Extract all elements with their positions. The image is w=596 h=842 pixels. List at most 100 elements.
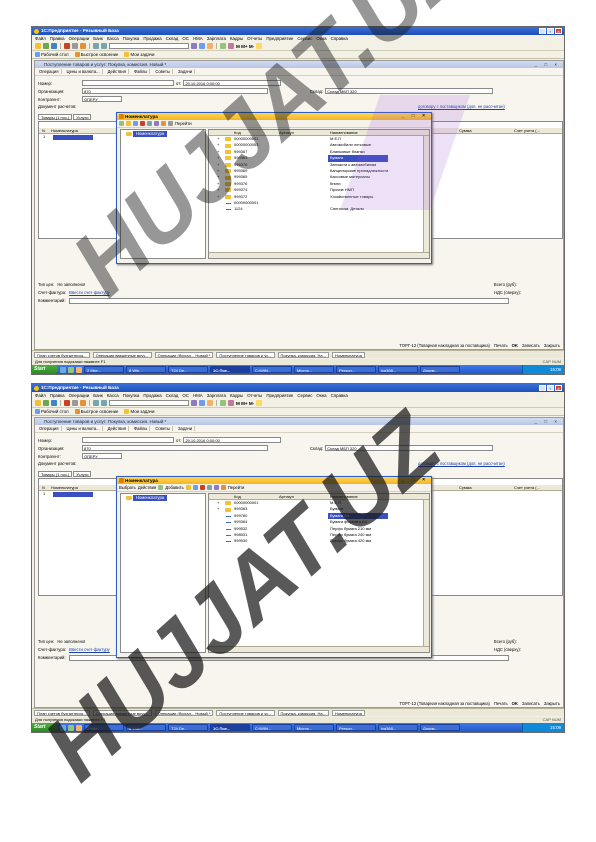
calendar-icon[interactable]	[207, 400, 213, 406]
document-toolbar-button[interactable]: Операция	[37, 426, 62, 431]
taskbar-task[interactable]: Докум...	[420, 366, 460, 373]
warehouse-field[interactable]: Склад МБП 320	[325, 445, 494, 451]
list-horizontal-scrollbar[interactable]	[209, 252, 429, 258]
menu-item[interactable]: Правка	[50, 35, 65, 42]
menu-item[interactable]: ОС	[182, 35, 189, 42]
start-button[interactable]: Start	[32, 365, 58, 374]
menu-item[interactable]: Банк	[93, 35, 103, 42]
document-toolbar-button[interactable]: Цены и валюта...	[65, 69, 103, 74]
category-tree[interactable]: Номенклатура	[120, 129, 206, 259]
warehouse-field[interactable]: Склад МБП 320	[325, 88, 494, 94]
taskbar-task[interactable]: 8 Win...	[126, 366, 166, 373]
copy-item-icon[interactable]	[133, 121, 138, 126]
sort-icon[interactable]	[161, 121, 166, 126]
hierarchy-icon[interactable]	[206, 485, 212, 490]
menu-item[interactable]: Банк	[93, 392, 103, 399]
menu-item[interactable]: Кадры	[230, 35, 243, 42]
cut-icon[interactable]	[64, 400, 70, 406]
menu-item[interactable]: Отчеты	[247, 392, 262, 399]
document-toolbar-button[interactable]: Советы	[153, 426, 173, 431]
window-tab[interactable]: План счетов бухгалтерск...	[34, 351, 90, 358]
menu-item[interactable]: Продажа	[143, 35, 161, 42]
save-icon[interactable]	[51, 400, 57, 406]
goto-button[interactable]: Перейти	[228, 485, 245, 490]
number-field[interactable]	[82, 80, 174, 86]
paste-icon[interactable]	[80, 43, 86, 49]
print-form-select[interactable]: ТОРГ-12 (Товарная накладная за поставщик…	[399, 701, 490, 706]
taskbar-task[interactable]: ixg368...	[378, 366, 418, 373]
document-toolbar-button[interactable]: Файлы	[132, 69, 151, 74]
tree-root-nomenclature[interactable]: Номенклатура	[126, 495, 168, 501]
menu-item[interactable]: Зарплата	[207, 392, 226, 399]
save-button[interactable]: Записать	[522, 701, 540, 706]
close-button[interactable]: ×	[555, 385, 562, 391]
taskbar-task[interactable]: 2 Micr...	[84, 724, 124, 731]
taskbar-task[interactable]: T24 De...	[168, 366, 208, 373]
maximize-button[interactable]: ▫	[547, 28, 554, 34]
menu-item[interactable]: Отчеты	[247, 35, 262, 42]
table-row[interactable]: 1	[39, 491, 93, 497]
taskbar-task[interactable]: Докум...	[420, 724, 460, 731]
menu-item[interactable]: Справка	[331, 392, 348, 399]
taskbar-task[interactable]: 8 Win...	[126, 724, 166, 731]
menu-item[interactable]: Справка	[331, 35, 348, 42]
menu-item[interactable]: Кадры	[230, 392, 243, 399]
open-icon[interactable]	[43, 43, 49, 49]
minimize-button[interactable]: _	[539, 28, 546, 34]
taskbar-task[interactable]: 2 Micr...	[84, 366, 124, 373]
close-document-button[interactable]: Закрыть	[544, 343, 560, 348]
organization-field[interactable]: 870	[82, 445, 268, 451]
report-icon[interactable]	[228, 43, 234, 49]
tab-goods[interactable]: Товары (1 поз.)	[38, 471, 73, 477]
refresh-icon[interactable]	[168, 121, 173, 126]
calendar-icon[interactable]	[207, 43, 213, 49]
media-icon[interactable]	[76, 366, 82, 373]
menu-item[interactable]: Операции	[69, 392, 90, 399]
window-tab[interactable]: Номенклатура	[331, 709, 365, 716]
quick-start-link[interactable]: Быстрое освоение	[74, 52, 118, 57]
sort-icon[interactable]	[220, 485, 226, 490]
window-tab[interactable]: Номенклатура	[331, 351, 365, 358]
memory-buttons[interactable]: M M+ M-	[236, 44, 254, 49]
ie-icon[interactable]	[60, 724, 66, 731]
copy-icon[interactable]	[72, 400, 78, 406]
menu-item[interactable]: Зарплата	[207, 35, 226, 42]
taskbar-task[interactable]: Person...	[336, 724, 376, 731]
table-icon[interactable]	[220, 43, 226, 49]
my-tasks-link[interactable]: Мои задачи	[124, 52, 154, 57]
menu-item[interactable]: ОС	[182, 392, 189, 399]
invoice-link[interactable]: Ввести счет-фактуру	[69, 646, 110, 654]
window-tab[interactable]: Операции (бухгал... Новый *	[154, 351, 214, 358]
nomenclature-list[interactable]: Код Артикул Наименование +00000000001 М.Е…	[208, 493, 430, 653]
document-toolbar-button[interactable]: Действия	[106, 69, 129, 74]
undo-icon[interactable]	[93, 43, 99, 49]
window-tab[interactable]: Операции (бухгал... Новый *	[154, 709, 214, 716]
tab-goods[interactable]: Товары (1 поз.)	[38, 114, 73, 120]
table-icon[interactable]	[220, 400, 226, 406]
taskbar-task[interactable]: 1С:Пре...	[210, 724, 250, 731]
new-icon[interactable]	[35, 43, 41, 49]
list-item[interactable]: 1124 Снеголом, Детали	[209, 206, 429, 212]
calculator-icon[interactable]	[199, 43, 205, 49]
close-document-button[interactable]: Закрыть	[544, 701, 560, 706]
delete-icon[interactable]	[199, 485, 205, 490]
save-icon[interactable]	[51, 43, 57, 49]
window-tab[interactable]: Покупка, комиссия. На...	[277, 351, 329, 358]
find-icon[interactable]	[191, 43, 197, 49]
save-button[interactable]: Записать	[522, 343, 540, 348]
undo-icon[interactable]	[93, 400, 99, 406]
open-icon[interactable]	[43, 400, 49, 406]
document-toolbar-button[interactable]: Цены и валюта...	[65, 426, 103, 431]
taskbar-task[interactable]: C:\WIN...	[252, 724, 292, 731]
add-folder-icon[interactable]	[185, 485, 191, 490]
dialog-window-controls[interactable]: _ □ ×	[402, 113, 429, 120]
document-toolbar-button[interactable]: Действия	[106, 426, 129, 431]
desktop-link[interactable]: Рабочий стол	[35, 52, 69, 57]
menu-item[interactable]: Покупка	[123, 35, 140, 42]
window-tab[interactable]: План счетов бухгалтерск...	[34, 709, 90, 716]
new-icon[interactable]	[35, 400, 41, 406]
report-icon[interactable]	[228, 400, 234, 406]
taskbar-task[interactable]: C:\WIN...	[252, 366, 292, 373]
dialog-window-controls[interactable]: _ □ ×	[402, 477, 429, 484]
window-tab[interactable]: Поступление товаров и ус...	[216, 351, 275, 358]
